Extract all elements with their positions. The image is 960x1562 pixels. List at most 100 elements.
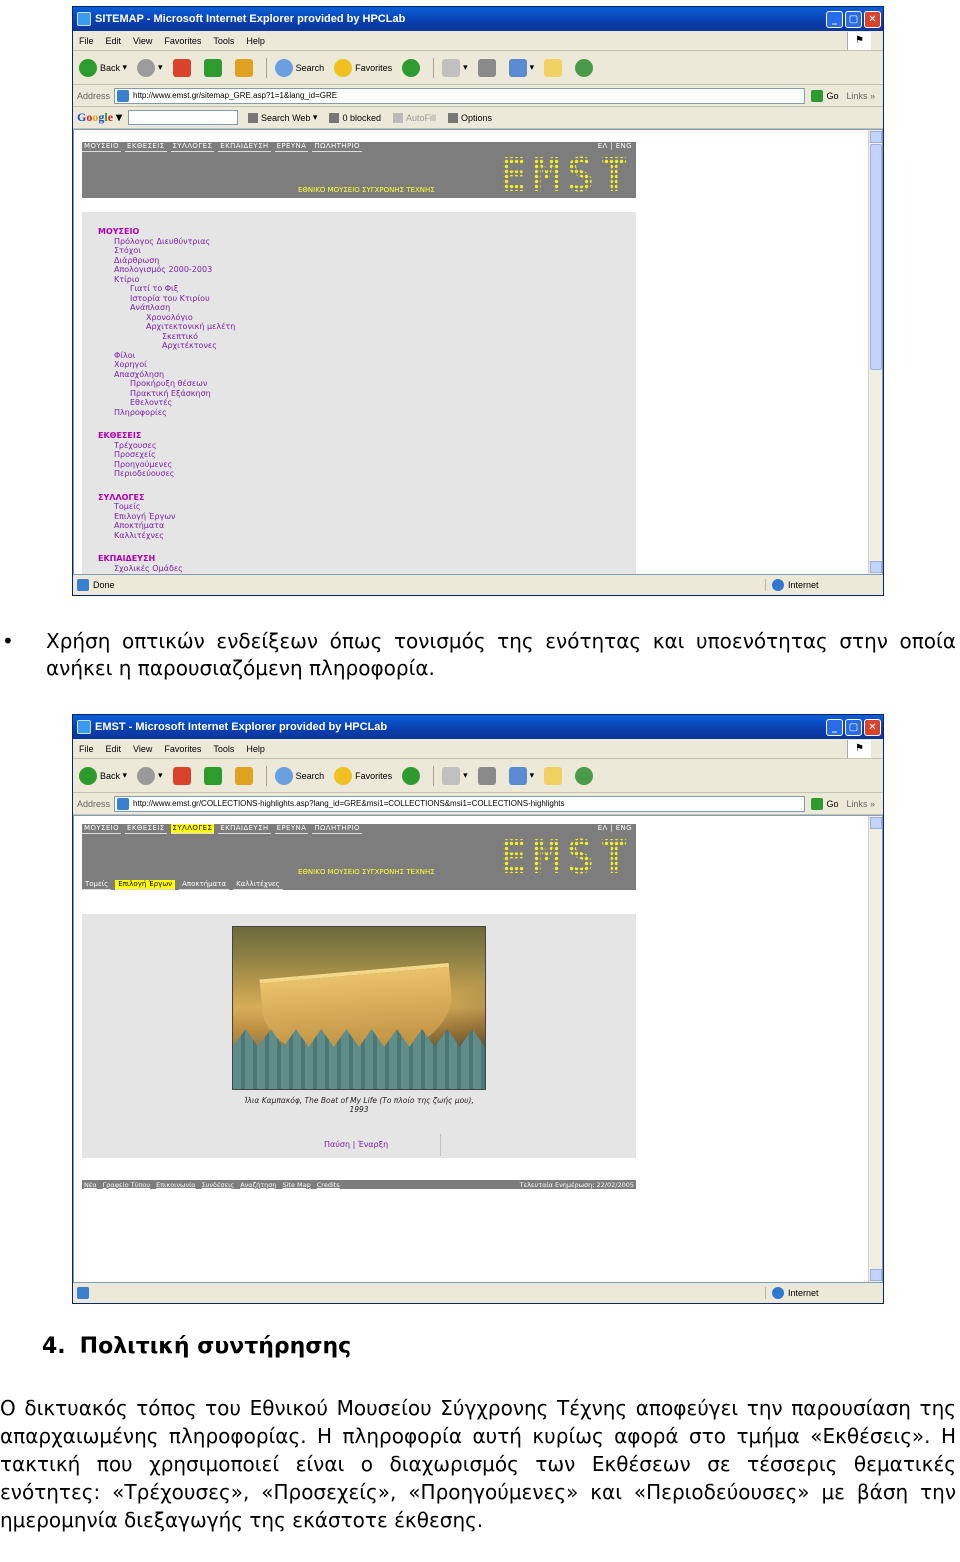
- footer-link-contact[interactable]: Επικοινωνία: [156, 1181, 195, 1189]
- home-button[interactable]: [234, 766, 256, 785]
- footer-link-links[interactable]: Συνδέσεις: [202, 1181, 235, 1189]
- sitemap-link[interactable]: Καλλιτέχνες: [98, 531, 636, 541]
- menu-file[interactable]: File: [79, 36, 94, 46]
- footer-link-credits[interactable]: Credits: [317, 1181, 340, 1189]
- scroll-thumb[interactable]: [870, 144, 882, 370]
- sitemap-link[interactable]: Σχολικές Ομάδες: [98, 564, 636, 574]
- menu-tools[interactable]: Tools: [213, 36, 234, 46]
- sitemap-link[interactable]: Στόχοι: [98, 246, 636, 256]
- sitemap-section[interactable]: ΣΥΛΛΟΓΕΣ: [98, 493, 636, 503]
- subnav-kallitexnes[interactable]: Καλλιτέχνες: [233, 880, 283, 890]
- menu-help[interactable]: Help: [246, 36, 265, 46]
- sitemap-link[interactable]: Αποκτήματα: [98, 521, 636, 531]
- nav-politirio[interactable]: ΠΩΛΗΤΗΡΙΟ: [312, 824, 362, 834]
- menu-help[interactable]: Help: [246, 744, 265, 754]
- print-button[interactable]: [477, 766, 499, 785]
- mail-button[interactable]: ▾: [442, 58, 468, 77]
- menu-view[interactable]: View: [133, 744, 152, 754]
- back-button[interactable]: Back ▾: [79, 58, 127, 77]
- footer-link-press[interactable]: Γραφείο Τύπου: [103, 1181, 150, 1189]
- search-web-button[interactable]: Search Web ▾: [248, 112, 317, 123]
- back-button[interactable]: Back ▾: [79, 766, 127, 785]
- nav-mouseio[interactable]: ΜΟΥΣΕΙΟ: [82, 142, 122, 152]
- menu-view[interactable]: View: [133, 36, 152, 46]
- edit-button[interactable]: ▾: [508, 766, 534, 785]
- edit-button[interactable]: ▾: [508, 58, 534, 77]
- menu-file[interactable]: File: [79, 744, 94, 754]
- sitemap-link[interactable]: Εθελοντές: [98, 398, 636, 408]
- discuss-button[interactable]: [544, 766, 565, 785]
- sitemap-link[interactable]: Διάρθρωση: [98, 256, 636, 266]
- sitemap-section[interactable]: ΕΚΘΕΣΕΙΣ: [98, 431, 636, 441]
- mail-button[interactable]: ▾: [442, 766, 468, 785]
- nav-ereyna[interactable]: ΕΡΕΥΝΑ: [274, 824, 309, 834]
- maximize-button[interactable]: ▢: [845, 718, 862, 736]
- maximize-button[interactable]: ▢: [845, 10, 862, 28]
- sitemap-link[interactable]: Χρονολόγιο: [98, 313, 636, 323]
- sitemap-link[interactable]: Προηγούμενες: [98, 460, 636, 470]
- scroll-down-arrow[interactable]: [870, 1269, 882, 1281]
- scroll-up-arrow[interactable]: [870, 817, 882, 829]
- vertical-scrollbar[interactable]: [868, 816, 882, 1282]
- refresh-button[interactable]: [203, 766, 225, 785]
- footer-link-nea[interactable]: Νέα: [84, 1181, 97, 1189]
- sitemap-link[interactable]: Αρχιτέκτονες: [98, 341, 636, 351]
- history-button[interactable]: [402, 766, 423, 785]
- popup-blocker-button[interactable]: 0 blocked: [329, 112, 381, 123]
- nav-syllogES-active[interactable]: ΣΥΛΛΟΓΕΣ: [170, 824, 215, 834]
- address-input[interactable]: http://www.emst.gr/sitemap_GRE.asp?1=1&l…: [114, 87, 806, 104]
- sitemap-link[interactable]: Απασχόληση: [98, 370, 636, 380]
- history-button[interactable]: [402, 58, 423, 77]
- sitemap-section[interactable]: ΕΚΠΑΙΔΕΥΣΗ: [98, 554, 636, 564]
- favorites-button[interactable]: Favorites: [334, 58, 392, 77]
- sitemap-link[interactable]: Περιοδεύουσες: [98, 469, 636, 479]
- footer-link-sitemap[interactable]: Site Map: [283, 1181, 311, 1189]
- menu-tools[interactable]: Tools: [213, 744, 234, 754]
- home-button[interactable]: [234, 58, 256, 77]
- sitemap-link[interactable]: Προσεχείς: [98, 450, 636, 460]
- scroll-down-arrow[interactable]: [870, 561, 882, 573]
- nav-ereyna[interactable]: ΕΡΕΥΝΑ: [274, 142, 309, 152]
- artwork-image[interactable]: [232, 926, 486, 1090]
- sitemap-link[interactable]: Επιλογή Έργων: [98, 512, 636, 522]
- menu-edit[interactable]: Edit: [106, 36, 122, 46]
- options-button[interactable]: Options: [447, 112, 492, 123]
- sitemap-link[interactable]: Προκήρυξη θέσεων: [98, 379, 636, 389]
- stop-button[interactable]: [172, 766, 194, 785]
- forward-button[interactable]: ▾: [137, 58, 163, 77]
- nav-ekpaideysi[interactable]: ΕΚΠΑΙΔΕΥΣΗ: [218, 824, 271, 834]
- slideshow-controls[interactable]: Παύση | Έναρξη: [324, 1140, 388, 1149]
- close-button[interactable]: ✕: [864, 718, 881, 736]
- subnav-apoktimata[interactable]: Αποκτήματα: [179, 880, 230, 890]
- sitemap-link[interactable]: Χορηγοί: [98, 360, 636, 370]
- vertical-scrollbar[interactable]: [868, 130, 882, 574]
- address-input[interactable]: http://www.emst.gr/COLLECTIONS-highlight…: [114, 795, 806, 812]
- stop-button[interactable]: [172, 58, 194, 77]
- scroll-up-arrow[interactable]: [870, 131, 882, 143]
- sitemap-link[interactable]: Απολογισμός 2000-2003: [98, 265, 636, 275]
- google-search-input[interactable]: [128, 110, 239, 125]
- refresh-button[interactable]: [203, 58, 225, 77]
- discuss-button[interactable]: [544, 58, 565, 77]
- nav-mouseio[interactable]: ΜΟΥΣΕΙΟ: [82, 824, 122, 834]
- sitemap-link[interactable]: Πληροφορίες: [98, 408, 636, 418]
- sitemap-link[interactable]: Σκεπτικό: [98, 332, 636, 342]
- favorites-button[interactable]: Favorites: [334, 766, 392, 785]
- forward-button[interactable]: ▾: [137, 766, 163, 785]
- nav-ektheseis[interactable]: ΕΚΘΕΣΕΙΣ: [125, 824, 167, 834]
- print-button[interactable]: [477, 58, 499, 77]
- go-button[interactable]: Go: [811, 797, 838, 810]
- sitemap-link[interactable]: Πρακτική Εξάσκηση: [98, 389, 636, 399]
- autofill-button[interactable]: AutoFill: [392, 112, 436, 123]
- search-button[interactable]: Search: [274, 58, 324, 77]
- nav-politirio[interactable]: ΠΩΛΗΤΗΡΙΟ: [312, 142, 362, 152]
- search-button[interactable]: Search: [274, 766, 324, 785]
- sitemap-link[interactable]: Αρχιτεκτονική μελέτη: [98, 322, 636, 332]
- links-button[interactable]: Links »: [846, 799, 875, 809]
- links-button[interactable]: Links »: [846, 91, 875, 101]
- subnav-tomeis[interactable]: Τομείς: [82, 880, 112, 890]
- sitemap-link[interactable]: Ανάπλαση: [98, 303, 636, 313]
- nav-ektheseis[interactable]: ΕΚΘΕΣΕΙΣ: [125, 142, 167, 152]
- minimize-button[interactable]: _: [826, 10, 843, 28]
- sitemap-link[interactable]: Πρόλογος Διευθύντριας: [98, 237, 636, 247]
